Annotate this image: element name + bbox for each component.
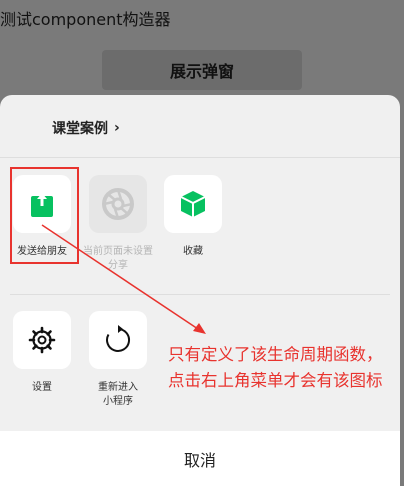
shutter-icon xyxy=(102,188,134,220)
course-case-label: 课堂案例 xyxy=(52,121,108,137)
reenter-miniprogram-label: 重新进入小程序 xyxy=(98,382,138,407)
sheet-header: 课堂案例 › xyxy=(0,95,400,158)
share-page-label: 当前页面未设置分享 xyxy=(83,246,153,271)
shutter-tile xyxy=(89,175,147,233)
favorite-tile xyxy=(164,175,222,233)
settings-label: 设置 xyxy=(32,382,52,393)
page-title: 测试component构造器 xyxy=(0,10,171,29)
gear-icon xyxy=(28,326,56,354)
cube-icon xyxy=(180,191,206,217)
reenter-miniprogram-item[interactable]: 重新进入小程序 xyxy=(83,311,153,409)
highlight-box xyxy=(10,167,79,264)
reload-icon xyxy=(106,325,130,352)
settings-tile xyxy=(13,311,71,369)
reload-tile xyxy=(89,311,147,369)
chevron-right-icon: › xyxy=(114,120,120,136)
course-case-link[interactable]: 课堂案例 › xyxy=(52,118,120,138)
action-sheet: 课堂案例 › 发送给朋友 当前页面未设置分享 收藏 设置 重新进入小程序 取消 xyxy=(0,95,400,486)
annotation-text: 只有定义了该生命周期函数，点击右上角菜单才会有该图标 xyxy=(168,345,383,390)
cancel-button[interactable]: 取消 xyxy=(0,431,400,486)
favorite-item[interactable]: 收藏 xyxy=(158,175,228,259)
settings-item[interactable]: 设置 xyxy=(7,311,77,395)
show-dialog-button[interactable]: 展示弹窗 xyxy=(102,50,302,90)
share-page-item-disabled: 当前页面未设置分享 xyxy=(83,175,153,273)
favorite-label: 收藏 xyxy=(183,246,203,257)
